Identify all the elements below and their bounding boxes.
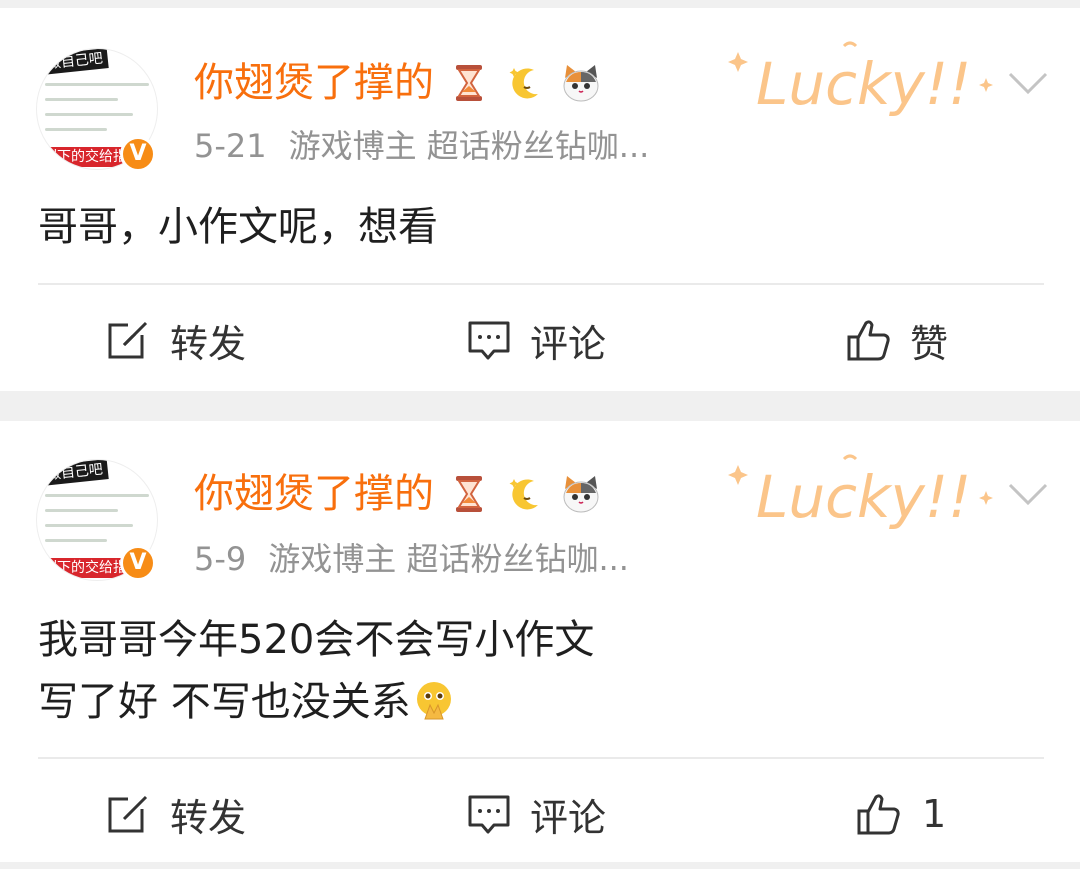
like-button[interactable]: 1 bbox=[856, 769, 946, 859]
moon-icon bbox=[504, 473, 546, 515]
post-card[interactable]: 做自己吧 剩下的交给指尖 V 你翅煲了撑的 bbox=[0, 421, 1080, 862]
svg-text:Lucky!!: Lucky!! bbox=[756, 50, 971, 118]
lucky-decoration: Lucky!! bbox=[728, 41, 993, 118]
svg-text:Lucky!!: Lucky!! bbox=[756, 463, 971, 531]
username[interactable]: 你翅煲了撑的 bbox=[194, 58, 434, 108]
avatar-lines bbox=[45, 83, 149, 143]
thumbs-up-icon bbox=[847, 320, 890, 361]
moon-icon bbox=[504, 62, 546, 104]
post-text-content: 我哥哥今年520会不会写小作文 写了好 不写也没关系 bbox=[38, 617, 595, 725]
lucky-decoration: Lucky!! bbox=[728, 454, 993, 531]
share-edit-icon bbox=[108, 793, 150, 833]
verified-badge: V bbox=[120, 136, 156, 172]
user-description: 游戏博主 超话粉丝钻咖... bbox=[268, 540, 629, 578]
divider bbox=[38, 283, 1044, 285]
verified-badge: V bbox=[120, 545, 156, 581]
hourglass-icon bbox=[448, 473, 490, 515]
comment-button[interactable]: 评论 bbox=[466, 295, 606, 385]
post-meta: 5-21 游戏博主 超话粉丝钻咖... bbox=[194, 126, 649, 166]
thumbs-up-icon bbox=[857, 794, 900, 835]
user-description: 游戏博主 超话粉丝钻咖... bbox=[288, 127, 650, 165]
divider bbox=[38, 757, 1044, 759]
pleading-hands-emoji bbox=[416, 682, 451, 720]
share-edit-icon bbox=[108, 319, 150, 359]
cat-icon bbox=[560, 62, 602, 104]
share-button[interactable]: 转发 bbox=[106, 769, 246, 859]
username[interactable]: 你翅煲了撑的 bbox=[194, 469, 434, 519]
cat-icon bbox=[560, 473, 602, 515]
comment-label: 评论 bbox=[530, 321, 607, 366]
username-row: 你翅煲了撑的 bbox=[194, 58, 602, 108]
comment-icon bbox=[468, 321, 510, 360]
comment-icon bbox=[468, 795, 510, 834]
like-button[interactable]: 赞 bbox=[846, 295, 948, 385]
hourglass-icon bbox=[448, 62, 490, 104]
action-bar: 转发 评论 1 bbox=[0, 769, 1080, 859]
post-text: 我哥哥今年520会不会写小作文 写了好 不写也没关系 bbox=[38, 609, 594, 733]
username-row: 你翅煲了撑的 bbox=[194, 469, 602, 519]
chevron-down-icon[interactable] bbox=[1006, 68, 1050, 98]
post-date: 5-9 bbox=[194, 540, 247, 578]
like-count: 1 bbox=[922, 792, 947, 836]
avatar-tag-top: 做自己吧 bbox=[41, 49, 109, 75]
chevron-down-icon[interactable] bbox=[1006, 479, 1050, 509]
share-label: 转发 bbox=[170, 795, 247, 840]
share-label: 转发 bbox=[170, 321, 247, 366]
avatar-tag-top: 做自己吧 bbox=[41, 460, 109, 486]
share-button[interactable]: 转发 bbox=[106, 295, 246, 385]
post-date: 5-21 bbox=[194, 127, 267, 165]
like-label: 赞 bbox=[910, 321, 949, 366]
comment-button[interactable]: 评论 bbox=[466, 769, 606, 859]
post-text: 哥哥，小作文呢，想看 bbox=[38, 204, 438, 250]
action-bar: 转发 评论 赞 bbox=[0, 295, 1080, 385]
comment-label: 评论 bbox=[530, 795, 607, 840]
post-meta: 5-9 游戏博主 超话粉丝钻咖... bbox=[194, 539, 629, 579]
post-card[interactable]: 做自己吧 剩下的交给指尖 V 你翅煲了撑的 bbox=[0, 8, 1080, 391]
